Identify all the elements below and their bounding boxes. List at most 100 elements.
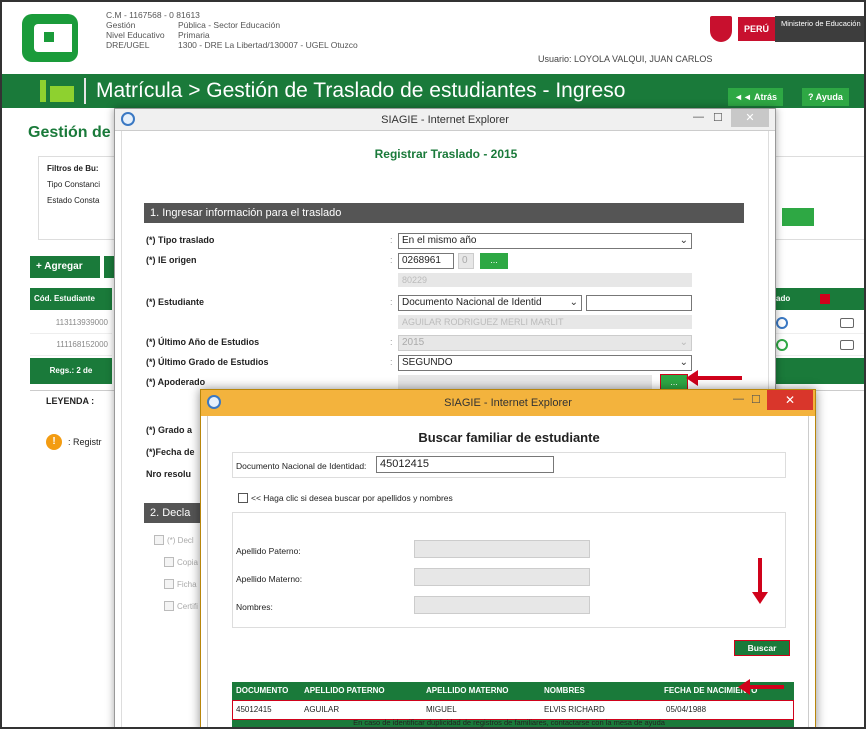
cm-code: 81613	[176, 10, 200, 20]
ultimo-grado-label: (*) Último Grado de Estudios	[146, 357, 269, 367]
back-button[interactable]: ◄◄ Atrás	[728, 88, 783, 106]
ultimo-grado-select[interactable]: SEGUNDO ⌄	[398, 355, 692, 371]
tipo-traslado-select[interactable]: En el mismo año ⌄	[398, 233, 692, 249]
window-titlebar: SIAGIE - Internet Explorer — ☐ ✕	[201, 390, 815, 416]
checkbox[interactable]	[154, 535, 164, 545]
user-label: Usuario: LOYOLA VALQUI, JUAN CARLOS	[538, 54, 713, 64]
window-body: Buscar familiar de estudiante Documento …	[207, 416, 809, 727]
doc-type-value: Documento Nacional de Identid	[402, 297, 542, 308]
checkbox-label: Ficha	[177, 579, 197, 589]
red-arrow-left-icon	[686, 370, 742, 386]
results-table-header: DOCUMENTO APELLIDO PATERNO APELLIDO MATE…	[232, 682, 794, 700]
maximize-icon[interactable]: ☐	[751, 393, 761, 406]
table-row: 111168152000	[30, 334, 112, 356]
apellido-paterno-input	[414, 540, 590, 558]
doc-input[interactable]: 45012415	[376, 456, 554, 473]
bg-filters-panel: Filtros de Bu: Tipo Constanci Estado Con…	[38, 156, 118, 240]
form-heading: Registrar Traslado - 2015	[374, 147, 518, 161]
bg-add-button-2[interactable]	[104, 256, 114, 278]
page-title: Matrícula > Gestión de Traslado de estud…	[96, 79, 626, 102]
cell-apellido-materno: MIGUEL	[426, 705, 457, 714]
colon: :	[390, 235, 393, 245]
info-icon[interactable]	[776, 317, 788, 329]
nav-bar: Matrícula > Gestión de Traslado de estud…	[2, 74, 864, 108]
ultimo-anio-label: (*) Último Año de Estudios	[146, 337, 260, 347]
checkbox-row[interactable]: (*) Decl	[154, 535, 194, 545]
checkbox[interactable]	[164, 601, 174, 611]
apoderado-search-button[interactable]: ...	[660, 374, 688, 390]
minimize-icon[interactable]: —	[733, 393, 744, 405]
search-by-name-label: << Haga clic si desea buscar por apellid…	[251, 493, 453, 503]
nav-divider	[84, 78, 86, 104]
buscar-button[interactable]: Buscar	[734, 640, 790, 656]
bg-page-title: Gestión de	[28, 124, 111, 141]
red-arrow-down-icon	[752, 558, 768, 604]
apellido-paterno-label: Apellido Paterno:	[236, 546, 301, 556]
bg-search-button[interactable]	[782, 208, 814, 226]
checkbox-label: (*) Decl	[167, 535, 194, 545]
meta-key: Gestión	[106, 20, 136, 30]
checkbox-row[interactable]: Copia	[164, 557, 198, 567]
legend-item: ! : Registr	[46, 434, 102, 450]
col-documento: DOCUMENTO	[236, 686, 289, 695]
ultimo-anio-select: 2015 ⌄	[398, 335, 692, 351]
nombres-label: Nombres:	[236, 602, 273, 612]
estudiante-label: (*) Estudiante	[146, 297, 205, 307]
colon: :	[390, 297, 393, 307]
table-row	[768, 312, 864, 334]
window-title: SIAGIE - Internet Explorer	[381, 114, 509, 126]
bg-add-button[interactable]: + Agregar	[30, 256, 100, 278]
bg-right-header: ado	[768, 288, 864, 310]
colon: :	[390, 255, 393, 265]
close-icon[interactable]: ✕	[767, 390, 813, 410]
checkbox[interactable]	[164, 579, 174, 589]
dialog-heading: Buscar familiar de estudiante	[418, 430, 600, 445]
peru-shield-icon	[710, 16, 732, 42]
minimize-icon[interactable]: —	[693, 111, 704, 123]
bg-col-estado: ado	[776, 294, 791, 303]
check-icon[interactable]	[776, 339, 788, 351]
close-icon[interactable]: ✕	[731, 109, 769, 127]
doc-label: Documento Nacional de Identidad:	[236, 461, 367, 471]
printer-icon[interactable]	[840, 318, 854, 328]
colon: :	[390, 337, 393, 347]
peru-label: PERÚ	[738, 17, 776, 41]
table-row[interactable]: 45012415 AGUILAR MIGUEL ELVIS RICHARD 05…	[232, 700, 794, 720]
chevron-down-icon: ⌄	[679, 357, 688, 368]
ie-anexo-input: 0	[458, 253, 474, 269]
bg-regs-count: Regs.: 2 de	[30, 358, 112, 384]
checkbox-row[interactable]: Certifi	[164, 601, 198, 611]
student-doc-input[interactable]	[586, 295, 692, 311]
help-button[interactable]: ? Ayuda	[802, 88, 849, 106]
delete-icon	[820, 294, 830, 304]
tipo-traslado-label: (*) Tipo traslado	[146, 235, 215, 245]
checkbox[interactable]	[238, 493, 248, 503]
doc-type-select[interactable]: Documento Nacional de Identid ⌄	[398, 295, 582, 311]
search-by-name-toggle[interactable]: << Haga clic si desea buscar por apellid…	[238, 493, 453, 503]
checkbox-row[interactable]: Ficha	[164, 579, 197, 589]
buscar-familiar-window: SIAGIE - Internet Explorer — ☐ ✕ Buscar …	[200, 389, 816, 727]
col-nombres: NOMBRES	[544, 686, 585, 695]
cell-documento: 45012415	[236, 705, 272, 714]
apoderado-label: (*) Apoderado	[146, 377, 206, 387]
student-name-readonly: AGUILAR RODRIGUEZ MERLI MARLIT	[398, 315, 692, 329]
ie-code-input[interactable]: 0268961	[398, 253, 454, 269]
checkbox-label: Certifi	[177, 601, 198, 611]
section-1-header: 1. Ingresar información para el traslado	[144, 203, 744, 223]
help-note: En caso de identificar duplicidad de reg…	[353, 718, 665, 727]
table-row	[768, 334, 864, 356]
tipo-traslado-value: En el mismo año	[402, 235, 477, 246]
colon: :	[390, 357, 393, 367]
printer-icon[interactable]	[840, 340, 854, 350]
bg-table-header: Cód. Estudiante	[30, 288, 112, 310]
maximize-icon[interactable]: ☐	[713, 111, 723, 124]
ie-search-button[interactable]: ...	[480, 253, 508, 269]
ie-logo-icon	[40, 80, 76, 102]
siagie-logo	[22, 14, 78, 62]
ie-name-readonly: 80229	[398, 273, 692, 287]
checkbox[interactable]	[164, 557, 174, 567]
meta-val: 1300 - DRE La Libertad/130007 - UGEL Otu…	[178, 40, 358, 50]
col-apellido-materno: APELLIDO MATERNO	[426, 686, 509, 695]
meta-val: Pública - Sector Educación	[178, 20, 281, 30]
chevron-down-icon: ⌄	[679, 337, 688, 348]
